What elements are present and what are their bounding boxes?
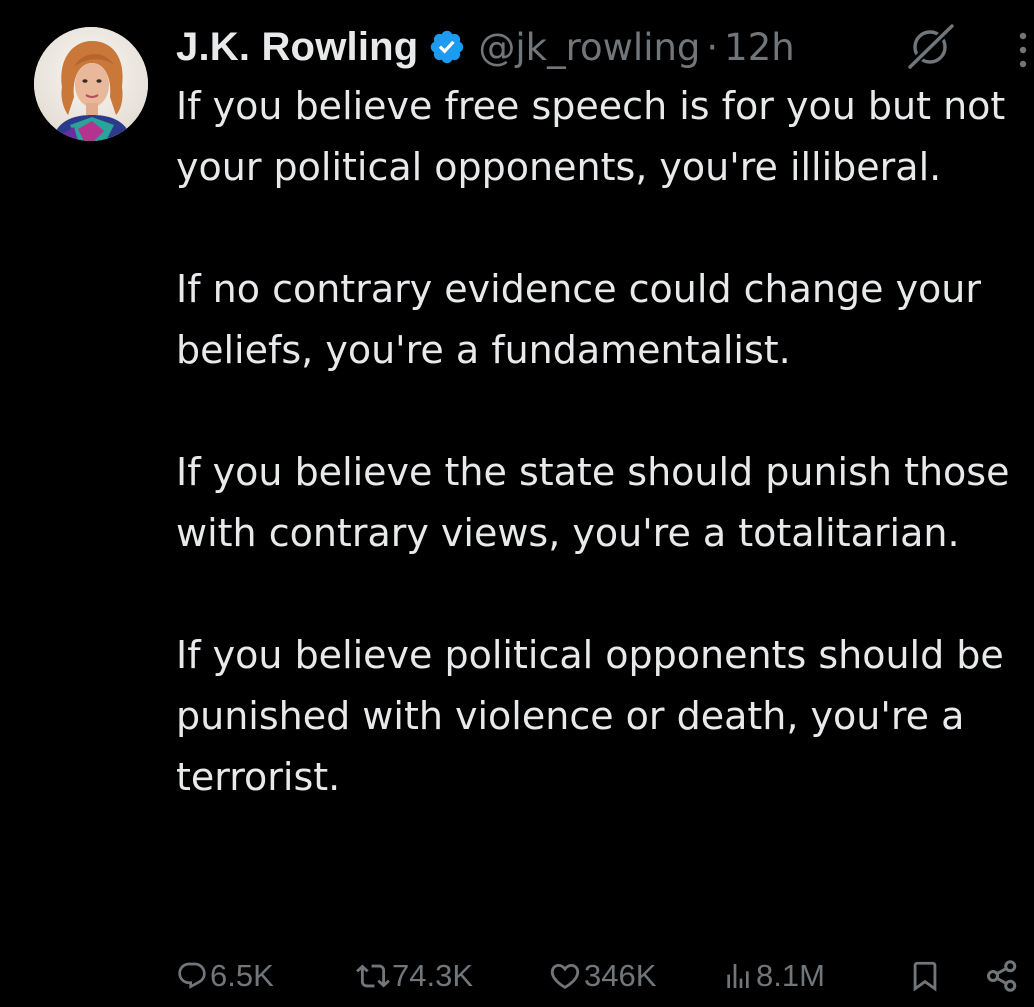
like-count: 346K xyxy=(584,958,657,993)
share-button[interactable] xyxy=(984,950,1020,1002)
heart-icon xyxy=(550,963,580,989)
tweet-paragraph: If you believe political opponents shoul… xyxy=(176,633,1004,799)
views-count: 8.1M xyxy=(756,958,825,993)
grok-icon[interactable] xyxy=(902,20,958,72)
avatar[interactable] xyxy=(34,27,148,141)
like-button[interactable]: 346K xyxy=(548,950,656,1002)
tweet-text: If you believe free speech is for you bu… xyxy=(176,76,1026,808)
reply-count: 6.5K xyxy=(210,958,274,993)
action-bar: 6.5K 74.3K 346K 8.1M xyxy=(176,950,1034,1002)
author-handle[interactable]: @jk_rowling xyxy=(478,26,700,69)
repost-button[interactable]: 74.3K xyxy=(356,950,473,1002)
verified-badge-icon xyxy=(428,28,466,66)
repost-icon xyxy=(356,964,390,988)
separator-dot: · xyxy=(706,25,719,69)
views-icon xyxy=(727,964,749,988)
tweet-header: J.K. Rowling @jk_rowling · 12h xyxy=(176,18,795,76)
tweet-timestamp[interactable]: 12h xyxy=(724,26,795,69)
tweet-paragraph: If you believe free speech is for you bu… xyxy=(176,84,1006,189)
bookmark-icon xyxy=(913,961,937,992)
more-icon[interactable] xyxy=(1012,30,1034,70)
views-button[interactable]: 8.1M xyxy=(722,950,825,1002)
repost-count: 74.3K xyxy=(392,958,474,993)
reply-icon xyxy=(178,962,206,989)
share-icon xyxy=(987,960,1017,992)
avatar-image xyxy=(34,27,148,141)
tweet-paragraph: If no contrary evidence could change you… xyxy=(176,267,982,372)
tweet-paragraph: If you believe the state should punish t… xyxy=(176,450,1010,555)
bookmark-button[interactable] xyxy=(908,950,942,1002)
author-name[interactable]: J.K. Rowling xyxy=(176,25,418,70)
reply-button[interactable]: 6.5K xyxy=(176,950,274,1002)
